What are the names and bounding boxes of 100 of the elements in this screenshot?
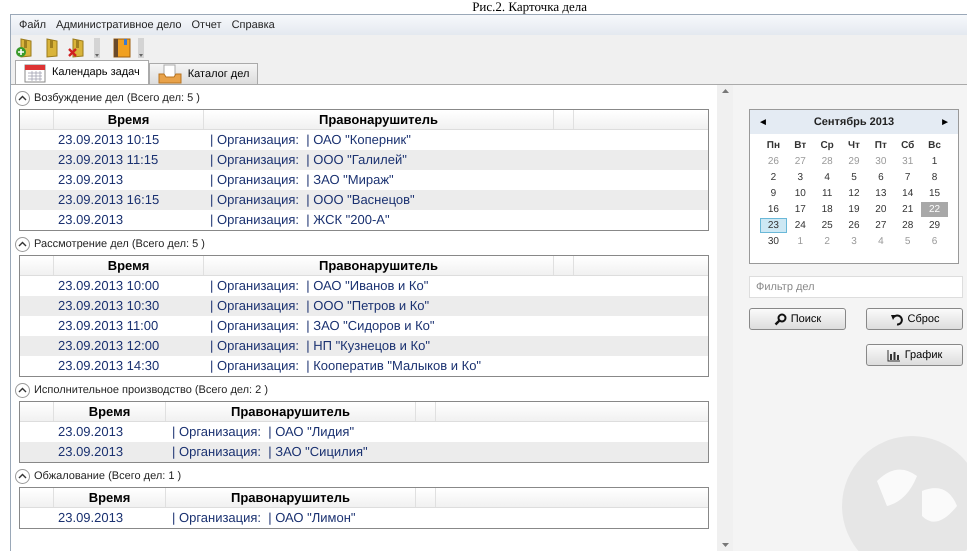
time-cell-text: 23.09.2013 10:15 <box>57 131 160 150</box>
scroll-up-icon[interactable] <box>722 89 729 93</box>
collapse-toggle[interactable] <box>15 468 30 484</box>
collapse-toggle[interactable] <box>15 236 30 252</box>
offender-cell-text: | Организация: | ООО "Петров и Ко" <box>209 297 430 316</box>
time-cell-text: 23.09.2013 <box>57 443 124 462</box>
calendar-day[interactable]: 13 <box>867 186 894 201</box>
calendar-day[interactable]: 19 <box>840 202 868 217</box>
book-icon[interactable] <box>111 37 133 59</box>
calendar-day[interactable]: 16 <box>760 202 787 217</box>
offender-cell-text: | Организация: | ОАО "Иванов и Ко" <box>209 277 428 296</box>
calendar-day[interactable]: 3 <box>786 170 814 185</box>
offender-cell-text: | Организация: | ООО "Васнецов" <box>209 191 415 210</box>
calendar-day[interactable]: 2 <box>760 170 787 185</box>
calendar-icon <box>24 62 46 82</box>
offender-cell-text: | Организация: | ООО "Галилей" <box>209 151 407 170</box>
weekday-label: Ср <box>819 139 835 153</box>
calendar-day[interactable]: 10 <box>786 186 814 201</box>
weekday-label: Пт <box>874 139 888 153</box>
calendar-day[interactable]: 9 <box>760 186 787 201</box>
offender-cell-text: | Организация: | ЖСК "200-А" <box>209 211 390 230</box>
weekday-label: Пн <box>766 139 782 153</box>
search-icon <box>774 312 787 326</box>
calendar-day[interactable]: 11 <box>814 186 841 201</box>
collapse-toggle[interactable] <box>15 90 30 106</box>
column-header[interactable]: Правонарушитель <box>166 402 416 421</box>
weekday-label: Сб <box>900 139 916 153</box>
offender-cell-text: | Организация: | ОАО "Лимон" <box>171 509 356 528</box>
bar-chart-icon <box>886 348 901 362</box>
filter-field[interactable]: Фильтр дел <box>749 276 963 298</box>
menu-item[interactable]: Административное дело <box>56 16 182 34</box>
column-header[interactable]: Время <box>54 110 204 129</box>
calendar-day[interactable]: 30 <box>760 234 787 249</box>
column-header[interactable]: Время <box>54 488 166 507</box>
menu-item[interactable]: Отчет <box>191 16 222 34</box>
scrollbar[interactable] <box>717 85 733 551</box>
calendar-day[interactable]: 27 <box>867 218 894 233</box>
calendar-day[interactable]: 24 <box>786 218 814 233</box>
next-month-button[interactable]: ► <box>940 114 950 130</box>
calendar-day[interactable]: 14 <box>894 186 922 201</box>
offender-cell-text: | Организация: | ОАО "Лидия" <box>171 423 354 442</box>
time-cell-text: 23.09.2013 16:15 <box>57 191 160 210</box>
previous-month-button[interactable]: ◄ <box>758 114 768 130</box>
toolbar-grip-icon[interactable] <box>137 37 145 59</box>
group-title: Обжалование (Всего дел: 1 ) <box>34 468 182 484</box>
offender-cell-text: | Организация: | НП "Кузнецов и Ко" <box>209 337 430 356</box>
column-header[interactable]: Правонарушитель <box>166 488 416 507</box>
time-cell-text: 23.09.2013 <box>57 509 124 528</box>
calendar-day[interactable]: 6 <box>867 170 894 185</box>
search-button[interactable]: Поиск <box>749 308 846 330</box>
calendar-day[interactable]: 21 <box>894 202 922 217</box>
offender-cell-text: | Организация: | ЗАО "Мираж" <box>209 171 394 190</box>
figure-caption: Рис.2. Карточка дела <box>472 0 587 14</box>
time-cell-text: 23.09.2013 10:00 <box>57 277 160 296</box>
tab[interactable]: Каталог дел <box>148 63 258 84</box>
column-header[interactable]: Правонарушитель <box>204 256 554 275</box>
calendar-day[interactable]: 28 <box>894 218 922 233</box>
menu-item[interactable]: Справка <box>232 16 275 34</box>
weekday-label: Вс <box>927 139 942 153</box>
time-cell-text: 23.09.2013 11:00 <box>57 317 160 336</box>
toolbar-grip-icon[interactable] <box>93 37 101 59</box>
calendar-day[interactable]: 18 <box>814 202 841 217</box>
calendar-day[interactable]: 25 <box>814 218 841 233</box>
weekday-label: Вт <box>793 139 808 153</box>
group-title: Рассмотрение дел (Всего дел: 5 ) <box>34 236 205 252</box>
tab[interactable]: Календарь задач <box>15 60 149 84</box>
calendar-day[interactable]: 7 <box>894 170 922 185</box>
calendar-day[interactable]: 1 <box>921 154 948 169</box>
calendar-day[interactable]: 4 <box>814 170 841 185</box>
group-title: Исполнительное производство (Всего дел: 2 ) <box>34 382 268 398</box>
calendar-day[interactable]: 8 <box>921 170 948 185</box>
chevron-up-icon <box>18 241 27 247</box>
calendar-day[interactable]: 26 <box>840 218 868 233</box>
column-header[interactable]: Время <box>54 256 204 275</box>
offender-cell-text: | Организация: | ЗАО "Сицилия" <box>171 443 368 462</box>
time-cell-text: 23.09.2013 12:00 <box>57 337 160 356</box>
offender-cell-text: | Организация: | ОАО "Коперник" <box>209 131 411 150</box>
column-header[interactable]: Время <box>54 402 166 421</box>
group-title: Возбуждение дел (Всего дел: 5 ) <box>34 90 200 106</box>
calendar-day[interactable]: 17 <box>786 202 814 217</box>
scroll-down-icon[interactable] <box>722 543 729 547</box>
time-cell-text: 23.09.2013 10:30 <box>57 297 160 316</box>
offender-cell-text: | Организация: | Кооператив "Малыков и Ко" <box>209 357 482 376</box>
chart-button[interactable]: График <box>866 344 963 366</box>
calendar-day[interactable]: 23 <box>760 218 787 233</box>
time-cell-text: 23.09.2013 <box>57 171 124 190</box>
chevron-up-icon <box>18 95 27 101</box>
menu-item[interactable]: Файл <box>19 16 46 34</box>
reset-button[interactable]: Сброс <box>866 308 963 330</box>
collapse-toggle[interactable] <box>15 382 30 398</box>
column-header[interactable]: Правонарушитель <box>204 110 554 129</box>
time-cell-text: 23.09.2013 <box>57 211 124 230</box>
chevron-up-icon <box>18 387 27 393</box>
offender-cell-text: | Организация: | ЗАО "Сидоров и Ко" <box>209 317 435 336</box>
calendar-day[interactable]: 15 <box>921 186 948 201</box>
undo-icon <box>890 312 904 326</box>
calendar-day[interactable]: 20 <box>867 202 894 217</box>
calendar-day[interactable]: 12 <box>840 186 868 201</box>
calendar-day[interactable]: 29 <box>921 218 948 233</box>
calendar-day[interactable]: 5 <box>840 170 868 185</box>
